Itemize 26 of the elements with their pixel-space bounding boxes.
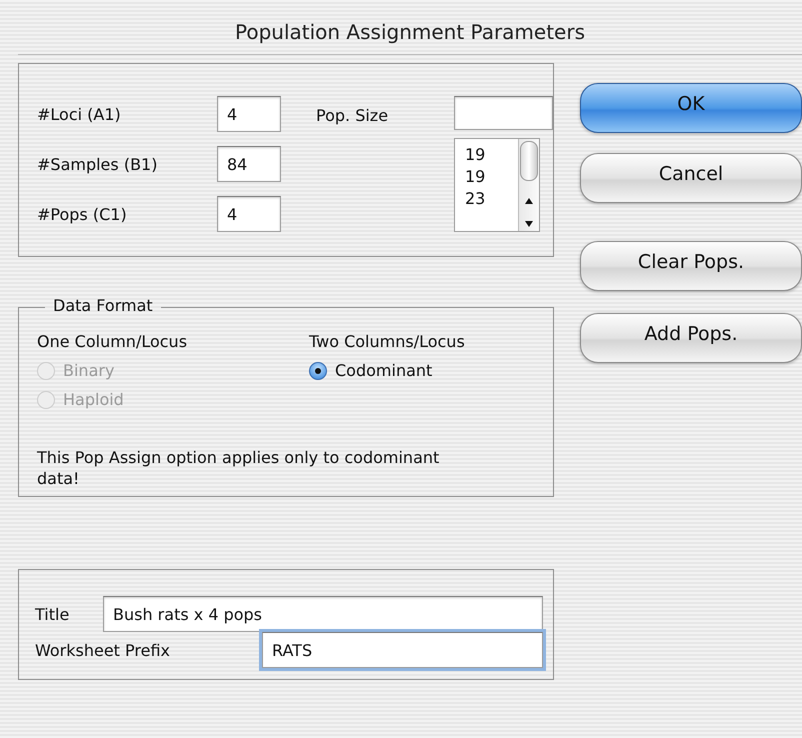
field-label: #Loci (A1) [37, 104, 122, 124]
list-item[interactable]: 19 [465, 167, 518, 187]
list-item[interactable]: 19 [465, 145, 518, 165]
list-item[interactable]: 23 [465, 189, 518, 209]
input-field[interactable]: 84 [217, 146, 281, 182]
window-title: Population Assignment Parameters [234, 20, 586, 44]
dialog-button[interactable]: OK [580, 83, 802, 133]
column-heading: One Column/Locus [37, 332, 188, 351]
radio-label: Binary [63, 361, 114, 380]
field-label: #Samples (B1) [37, 154, 158, 174]
field-label: #Pops (C1) [37, 204, 128, 224]
pop-size-list[interactable]: 19 19 23 [454, 138, 540, 232]
title-field[interactable]: Bush rats x 4 pops [103, 596, 543, 632]
dialog-button[interactable]: Add Pops. [580, 313, 802, 363]
input-field[interactable]: 4 [217, 96, 281, 132]
field-label: Pop. Size [316, 106, 390, 127]
dialog-button[interactable]: Clear Pops. [580, 241, 802, 291]
info-text: This Pop Assign option applies only to codominant data! [37, 447, 440, 489]
prefix-field[interactable]: RATS [262, 632, 543, 668]
field-label: Title [35, 604, 70, 624]
column-heading: Two Columns/Locus [309, 332, 466, 351]
input-field[interactable]: 4 [217, 196, 281, 232]
radio-label: Codominant [335, 361, 432, 380]
field-label: Worksheet Prefix [35, 640, 172, 660]
dialog-button[interactable]: Cancel [580, 153, 802, 203]
radio-label: Haploid [63, 390, 124, 409]
